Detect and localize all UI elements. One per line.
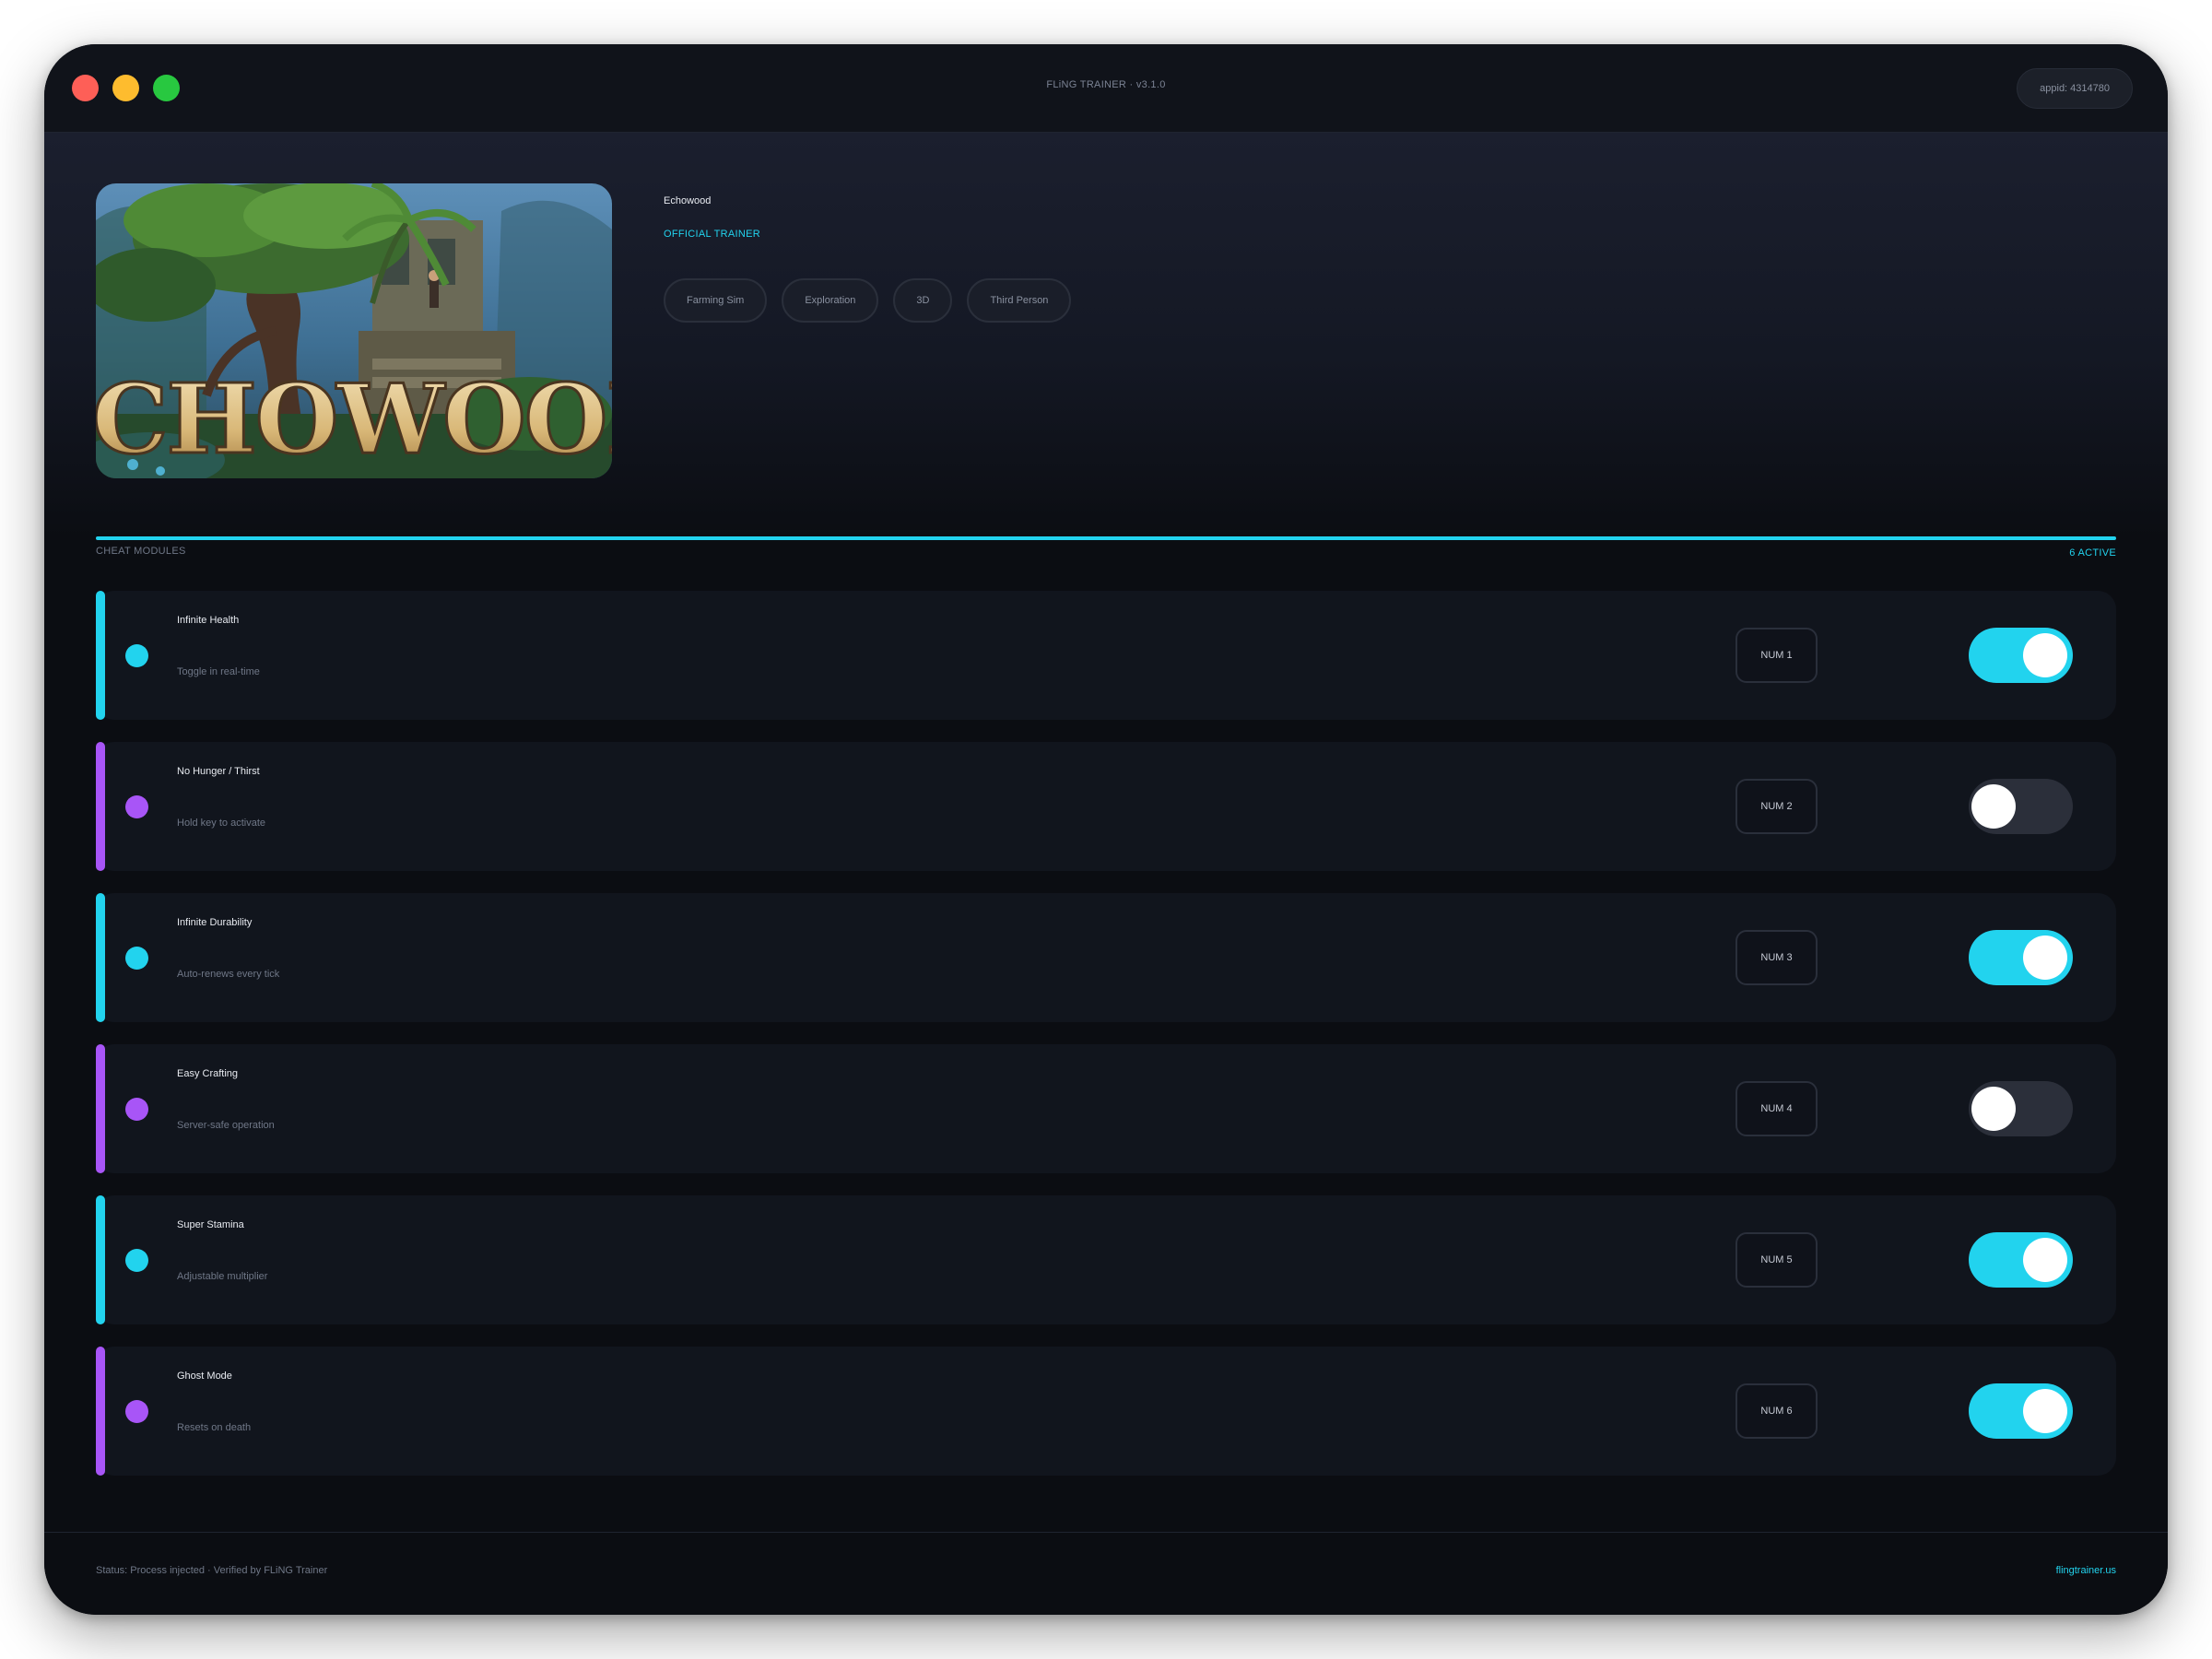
module-accent-bar — [96, 893, 105, 1022]
cheat-module-row: Super Stamina Adjustable multiplier NUM … — [96, 1195, 2116, 1324]
hotkey-button[interactable]: NUM 5 — [1735, 1232, 1818, 1288]
genre-tags: Farming Sim Exploration 3D Third Person — [664, 278, 1072, 323]
cheat-module-row: Infinite Durability Auto-renews every ti… — [96, 893, 2116, 1022]
module-toggle[interactable] — [1969, 930, 2073, 985]
module-status-dot — [125, 1400, 148, 1423]
game-title: Echowood — [664, 195, 712, 206]
toggle-knob — [1971, 1087, 2016, 1131]
hotkey-button[interactable]: NUM 1 — [1735, 628, 1818, 683]
module-description: Toggle in real-time — [177, 666, 260, 677]
genre-tag: Farming Sim — [664, 278, 768, 323]
cheat-module-list: Infinite Health Toggle in real-time NUM … — [96, 591, 2116, 1498]
game-cover-image: ECHOWOOD — [96, 183, 612, 478]
hotkey-button[interactable]: NUM 2 — [1735, 779, 1818, 834]
module-toggle[interactable] — [1969, 1383, 2073, 1439]
module-status-dot — [125, 947, 148, 970]
hotkey-button[interactable]: NUM 6 — [1735, 1383, 1818, 1439]
module-status-dot — [125, 795, 148, 818]
module-status-dot — [125, 1098, 148, 1121]
hotkey-button[interactable]: NUM 4 — [1735, 1081, 1818, 1136]
toggle-knob — [2023, 633, 2067, 677]
section-divider — [96, 536, 2116, 540]
module-accent-bar — [96, 1044, 105, 1173]
game-header: ECHOWOOD Echowood OFFICIAL TRAINER Farmi… — [44, 133, 2168, 538]
website-link[interactable]: flingtrainer.us — [2056, 1565, 2116, 1576]
trainer-window: FLiNG TRAINER · v3.1.0 appid: 4314780 CH… — [44, 44, 2168, 1615]
module-name: Easy Crafting — [177, 1068, 239, 1079]
section-label: CHEAT MODULES — [96, 546, 186, 557]
module-description: Server-safe operation — [177, 1120, 275, 1131]
genre-tag: Third Person — [967, 278, 1072, 323]
status-footer: Status: Process injected · Verified by F… — [44, 1532, 2168, 1615]
module-description: Auto-renews every tick — [177, 969, 280, 980]
toggle-knob — [2023, 1389, 2067, 1433]
module-accent-bar — [96, 742, 105, 871]
module-toggle[interactable] — [1969, 1232, 2073, 1288]
module-accent-bar — [96, 1347, 105, 1476]
module-toggle[interactable] — [1969, 628, 2073, 683]
toggle-knob — [2023, 935, 2067, 980]
module-toggle[interactable] — [1969, 1081, 2073, 1136]
module-description: Adjustable multiplier — [177, 1271, 268, 1282]
appid-badge: appid: 4314780 — [2017, 68, 2133, 109]
cheat-module-row: No Hunger / Thirst Hold key to activate … — [96, 742, 2116, 871]
cover-logo-text: ECHOWOOD — [96, 362, 612, 476]
module-name: Infinite Health — [177, 615, 240, 626]
official-trainer-badge: OFFICIAL TRAINER — [664, 229, 761, 240]
module-name: No Hunger / Thirst — [177, 766, 260, 777]
genre-tag: Exploration — [782, 278, 879, 323]
toggle-knob — [1971, 784, 2016, 829]
module-description: Resets on death — [177, 1422, 252, 1433]
module-accent-bar — [96, 591, 105, 720]
module-description: Hold key to activate — [177, 818, 265, 829]
module-name: Infinite Durability — [177, 917, 253, 928]
module-status-dot — [125, 1249, 148, 1272]
module-accent-bar — [96, 1195, 105, 1324]
module-toggle[interactable] — [1969, 779, 2073, 834]
cheat-module-row: Infinite Health Toggle in real-time NUM … — [96, 591, 2116, 720]
module-status-dot — [125, 644, 148, 667]
title-bar: FLiNG TRAINER · v3.1.0 appid: 4314780 — [44, 44, 2168, 133]
status-text: Status: Process injected · Verified by F… — [96, 1565, 328, 1576]
hotkey-button[interactable]: NUM 3 — [1735, 930, 1818, 985]
module-name: Super Stamina — [177, 1219, 244, 1230]
toggle-knob — [2023, 1238, 2067, 1282]
genre-tag: 3D — [893, 278, 953, 323]
module-name: Ghost Mode — [177, 1371, 232, 1382]
active-count: 6 ACTIVE — [2069, 547, 2116, 559]
cheat-module-row: Ghost Mode Resets on death NUM 6 — [96, 1347, 2116, 1476]
cheat-module-row: Easy Crafting Server-safe operation NUM … — [96, 1044, 2116, 1173]
window-title: FLiNG TRAINER · v3.1.0 — [1046, 79, 1166, 90]
